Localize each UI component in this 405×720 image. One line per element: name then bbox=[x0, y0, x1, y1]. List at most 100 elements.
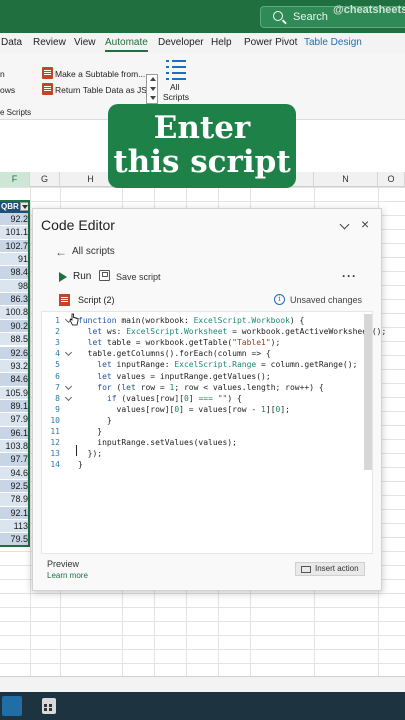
code-text: inputRange.setValues(values); bbox=[78, 438, 237, 448]
column-header-f[interactable]: F bbox=[0, 172, 30, 187]
insert-icon bbox=[301, 566, 311, 573]
line-number: 6 bbox=[55, 371, 60, 381]
save-icon bbox=[99, 270, 110, 281]
table-cell[interactable]: 89.1 bbox=[0, 399, 30, 414]
code-text: } bbox=[78, 427, 103, 436]
table-cell[interactable]: 101.1 bbox=[0, 226, 30, 240]
tab-table-design[interactable]: Table Design bbox=[304, 37, 362, 48]
code-text: function main(workbook: ExcelScript.Work… bbox=[78, 316, 305, 325]
table-cell[interactable]: 96.1 bbox=[0, 426, 30, 440]
table-cell[interactable]: 90.2 bbox=[0, 319, 30, 334]
tab-view[interactable]: View bbox=[74, 37, 96, 48]
table-cell[interactable]: 94.6 bbox=[0, 466, 30, 480]
code-text: } bbox=[78, 415, 112, 425]
column-header-n[interactable]: N bbox=[314, 172, 378, 187]
ribbon-item-left-1[interactable]: n bbox=[0, 69, 5, 79]
filter-dropdown-icon[interactable] bbox=[20, 202, 29, 211]
all-scripts-link[interactable]: All scripts bbox=[72, 246, 115, 257]
ribbon-script-1-label: Make a Subtable from... bbox=[55, 69, 146, 79]
code-line[interactable]: 11 } bbox=[42, 426, 364, 437]
table-cell[interactable]: 92.2 bbox=[0, 213, 30, 227]
tab-help[interactable]: Help bbox=[211, 37, 232, 48]
chevron-down-icon bbox=[150, 87, 156, 91]
gallery-scroll[interactable] bbox=[146, 74, 158, 104]
code-line[interactable]: 12 inputRange.setValues(values); bbox=[42, 437, 364, 448]
list-icon bbox=[166, 59, 186, 80]
fold-chevron-icon[interactable] bbox=[64, 393, 73, 401]
all-scripts-label-2: Scripts bbox=[163, 92, 189, 102]
column-header-o[interactable]: O bbox=[378, 172, 405, 187]
watermark: @cheatsheets bbox=[333, 4, 405, 16]
table-cell[interactable]: 100.8 bbox=[0, 306, 30, 320]
tab-automate[interactable]: Automate bbox=[105, 37, 148, 52]
calculator-app[interactable] bbox=[40, 696, 60, 716]
table-cell[interactable]: 93.2 bbox=[0, 359, 30, 374]
code-line[interactable]: 4 table.getColumns().forEach(column => { bbox=[42, 348, 364, 359]
table-cell[interactable]: 97.9 bbox=[0, 413, 30, 427]
code-line[interactable]: 3 let table = workbook.getTable("Table1"… bbox=[42, 337, 364, 348]
code-text: table.getColumns().forEach(column => { bbox=[78, 349, 271, 359]
table-cell[interactable]: 91 bbox=[0, 253, 30, 267]
back-arrow-icon[interactable]: ← bbox=[55, 245, 67, 259]
code-text: let table = workbook.getTable("Table1"); bbox=[87, 338, 281, 348]
sheet-tab-bar bbox=[0, 676, 405, 692]
chevron-down-icon[interactable] bbox=[339, 219, 350, 230]
line-number: 13 bbox=[50, 449, 60, 459]
tab-power-pivot[interactable]: Power Pivot bbox=[244, 37, 297, 48]
code-line[interactable]: 9 values[row][0] = values[row - 1][0]; bbox=[42, 404, 364, 415]
instruction-banner: Enter this script bbox=[108, 104, 296, 188]
table-cell[interactable]: 78.9 bbox=[0, 493, 30, 507]
code-text: for (let row = 1; row < values.length; r… bbox=[97, 382, 324, 392]
code-line[interactable]: 8 if (values[row][0] === "") { bbox=[42, 393, 364, 404]
line-number: 14 bbox=[50, 460, 60, 470]
table-header-qbr[interactable]: QBR bbox=[0, 200, 30, 213]
code-line[interactable]: 7 for (let row = 1; row < values.length;… bbox=[42, 382, 364, 393]
table-cell[interactable]: 92.6 bbox=[0, 346, 30, 360]
table-cell[interactable]: 88.5 bbox=[0, 333, 30, 347]
tab-data[interactable]: Data bbox=[1, 37, 22, 48]
column-header-g[interactable]: G bbox=[30, 172, 60, 187]
code-line[interactable]: 5 let inputRange: ExcelScript.Range = co… bbox=[42, 359, 364, 370]
table-cell[interactable]: 92.5 bbox=[0, 480, 30, 494]
more-options-icon[interactable]: ··· bbox=[342, 269, 357, 283]
table-cell[interactable]: 102.7 bbox=[0, 239, 30, 254]
insert-action-button[interactable]: Insert action bbox=[295, 562, 365, 576]
table-header-label: QBR bbox=[1, 202, 19, 211]
chevron-up-icon bbox=[150, 77, 156, 81]
table-cell[interactable]: 97.7 bbox=[0, 453, 30, 467]
code-line[interactable]: 13 }); bbox=[42, 448, 364, 459]
learn-more-link[interactable]: Learn more bbox=[47, 571, 88, 580]
tab-review[interactable]: Review bbox=[33, 37, 66, 48]
code-text: if (values[row][0] === "") { bbox=[106, 393, 242, 403]
table-cell[interactable]: 86.3 bbox=[0, 293, 30, 307]
script-name[interactable]: Script (2) bbox=[78, 295, 115, 305]
table-cell[interactable]: 92.1 bbox=[0, 506, 30, 521]
close-icon[interactable]: × bbox=[361, 217, 369, 231]
table-cell[interactable]: 98.4 bbox=[0, 266, 30, 280]
table-cell[interactable]: 105.9 bbox=[0, 386, 30, 400]
taskbar-app-icon[interactable] bbox=[2, 696, 22, 716]
ribbon-item-left-2[interactable]: ows bbox=[0, 85, 15, 95]
table-cell[interactable]: 79.5 bbox=[0, 533, 30, 547]
table-cell[interactable]: 113 bbox=[0, 520, 30, 534]
line-number: 9 bbox=[55, 404, 60, 414]
grid-line bbox=[30, 187, 31, 692]
tab-developer[interactable]: Developer bbox=[158, 37, 204, 48]
editor-scrollbar[interactable] bbox=[364, 314, 372, 470]
fold-chevron-icon[interactable] bbox=[64, 349, 73, 357]
play-icon bbox=[59, 272, 67, 282]
code-text: let ws: ExcelScript.Worksheet = workbook… bbox=[87, 327, 387, 337]
table-cell[interactable]: 103.8 bbox=[0, 439, 30, 454]
code-line[interactable]: 1 function main(workbook: ExcelScript.Wor… bbox=[42, 315, 364, 326]
fold-chevron-icon[interactable] bbox=[64, 382, 73, 390]
table-cell[interactable]: 98 bbox=[0, 279, 30, 294]
code-line[interactable]: 10 } bbox=[42, 415, 364, 426]
code-text: values[row][0] = values[row - 1][0]; bbox=[78, 404, 290, 414]
code-line[interactable]: 6 let values = inputRange.getValues(); bbox=[42, 371, 364, 382]
line-number: 11 bbox=[50, 427, 60, 436]
code-text-area[interactable]: 1 function main(workbook: ExcelScript.Wor… bbox=[41, 311, 386, 554]
table-cell[interactable]: 84.6 bbox=[0, 373, 30, 387]
preview-label: Preview bbox=[47, 559, 80, 569]
code-line[interactable]: 14} bbox=[42, 459, 364, 470]
code-line[interactable]: 2 let ws: ExcelScript.Worksheet = workbo… bbox=[42, 326, 386, 337]
